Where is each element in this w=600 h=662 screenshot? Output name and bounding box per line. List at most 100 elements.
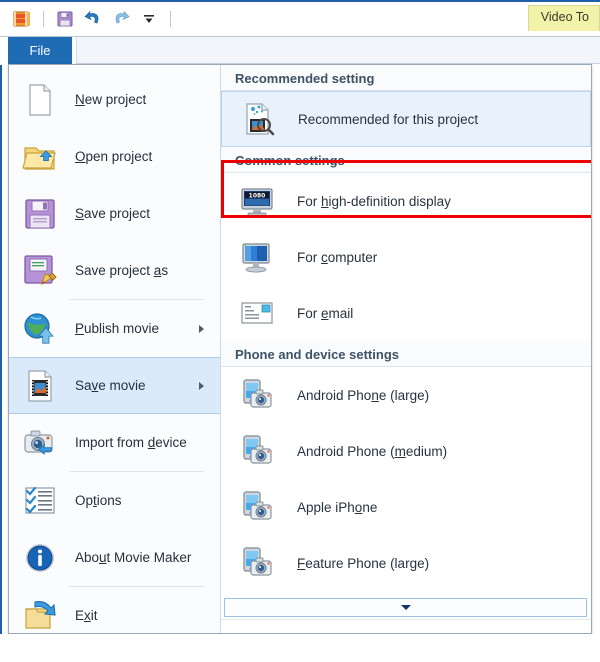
menu-item-about-movie-maker[interactable]: About Movie Maker [9,529,220,586]
menu-item-import-from-device[interactable]: Import from device [9,414,220,471]
ribbon-tab-strip [76,37,600,64]
floppy-save-as-icon [21,252,59,290]
film-save-icon [21,367,59,405]
section-header-phone-and-device-settings: Phone and device settings [221,341,591,367]
option-recommended-for-this-project-accelerator: j [457,111,461,127]
option-for-email-label: For email [297,305,354,321]
chevron-down-icon [400,605,411,610]
menu-item-save-project-label: Save project [75,206,151,221]
menu-item-save-movie-label: Save movie [75,378,146,393]
option-apple-iphone[interactable]: Apple iPhone [221,479,591,535]
window-bottom-area [0,634,600,662]
menu-item-options-label: Options [75,493,122,508]
window-left-edge [0,0,2,662]
file-menu-pane: New project Open project Save project Save … [9,65,221,633]
submenu-arrow-icon [199,324,204,333]
qat-separator-2 [170,11,171,27]
menu-item-exit-label: Exit [75,608,98,623]
option-for-high-definition-display[interactable]: 1080 For high-definition display [221,173,591,229]
menu-item-save-project-as-label: Save project as [75,263,169,278]
option-for-computer-label: For computer [297,249,378,265]
file-backstage-panel: New project Open project Save project Save … [8,64,592,634]
menu-item-open-project-label: Open project [75,149,153,164]
option-feature-phone-large-label: Feature Phone (large) [297,555,430,571]
submenu-arrow-icon [199,381,204,390]
scroll-down-button[interactable] [224,598,587,617]
option-for-high-definition-display-label: For high-definition display [297,193,451,209]
menu-item-save-movie-accelerator: v [91,378,99,393]
video-tools-contextual-tab[interactable]: Video To [527,5,600,31]
phone-camera-icon [239,545,275,581]
tab-file[interactable]: File [8,37,72,64]
hd-monitor-1080-icon: 1080 [239,183,275,219]
info-circle-icon [21,539,59,577]
floppy-save-icon [21,195,59,233]
option-for-high-definition-display-accelerator: h [321,193,329,209]
quick-access-toolbar[interactable] [10,6,176,32]
menu-item-save-project[interactable]: Save project [9,185,220,242]
open-folder-icon [21,138,59,176]
menu-item-open-project-accelerator: O [75,149,86,164]
menu-item-publish-movie-label: Publish movie [75,321,160,336]
menu-item-options[interactable]: Options [9,472,220,529]
option-apple-iphone-label: Apple iPhone [297,499,378,515]
option-for-email[interactable]: For email [221,285,591,341]
save-movie-options-pane: Recommended setting Recommended for this … [221,65,591,633]
menu-item-new-project-accelerator: N [75,92,85,107]
exit-folder-arrow-icon [21,597,59,635]
option-recommended-for-this-project[interactable]: Recommended for this project [221,91,591,147]
option-feature-phone-large[interactable]: Feature Phone (large) [221,535,591,591]
title-bar: Video To [0,0,600,37]
option-android-phone-large-accelerator: n [371,387,379,403]
option-feature-phone-large-accelerator: F [297,555,306,571]
option-android-phone-medium-accelerator: m [394,443,406,459]
customize-dropdown-icon[interactable] [137,7,161,31]
movie-maker-window: Video To File New project Open project Sav… [0,0,600,662]
window-top-accent [0,0,600,2]
menu-item-about-movie-maker-label: About Movie Maker [75,550,192,565]
ribbon-tab-row: File [0,37,600,65]
section-header-recommended-setting: Recommended setting [221,65,591,91]
menu-item-save-project-as-accelerator: a [153,263,162,278]
menu-item-open-project[interactable]: Open project [9,128,220,185]
option-for-email-accelerator: e [321,305,329,321]
pane-bottom-strip [221,619,591,633]
option-android-phone-large-label: Android Phone (large) [297,387,430,403]
section-header-common-settings: Common settings [221,147,591,173]
option-apple-iphone-accelerator: o [354,499,363,515]
recommended-project-icon [240,101,276,137]
qat-separator-1 [43,11,44,27]
options-checklist-icon [21,482,59,520]
save-icon[interactable] [53,7,77,31]
redo-icon[interactable] [109,7,133,31]
menu-item-new-project[interactable]: New project [9,71,220,128]
menu-item-save-movie[interactable]: Save movie [9,357,220,414]
menu-item-import-from-device-label: Import from device [75,435,187,450]
option-for-computer[interactable]: For computer [221,229,591,285]
menu-item-save-project-as[interactable]: Save project as [9,242,220,299]
settings-sections: Recommended setting Recommended for this … [221,65,591,591]
menu-item-new-project-label: New project [75,92,147,107]
menu-item-exit-accelerator: x [84,608,91,623]
phone-camera-icon [239,489,275,525]
menu-item-options-accelerator: t [93,493,97,508]
menu-item-publish-movie-accelerator: P [75,321,85,336]
menu-item-save-project-accelerator: S [75,206,85,221]
phone-camera-icon [239,377,275,413]
undo-icon[interactable] [81,7,105,31]
menu-item-publish-movie[interactable]: Publish movie [9,300,220,357]
globe-publish-icon [21,310,59,348]
option-for-computer-accelerator: c [321,249,328,265]
computer-monitor-icon [239,239,275,275]
menu-item-about-movie-maker-accelerator: u [99,550,107,565]
option-android-phone-medium-label: Android Phone (medium) [297,443,448,459]
option-recommended-for-this-project-label: Recommended for this project [298,111,479,127]
option-android-phone-large[interactable]: Android Phone (large) [221,367,591,423]
phone-camera-icon [239,433,275,469]
email-envelope-icon [239,295,275,331]
movie-maker-logo-icon[interactable] [10,7,34,31]
menu-item-import-from-device-accelerator: d [147,435,156,450]
new-document-icon [21,81,59,119]
option-android-phone-medium[interactable]: Android Phone (medium) [221,423,591,479]
svg-text:1080: 1080 [249,192,266,199]
